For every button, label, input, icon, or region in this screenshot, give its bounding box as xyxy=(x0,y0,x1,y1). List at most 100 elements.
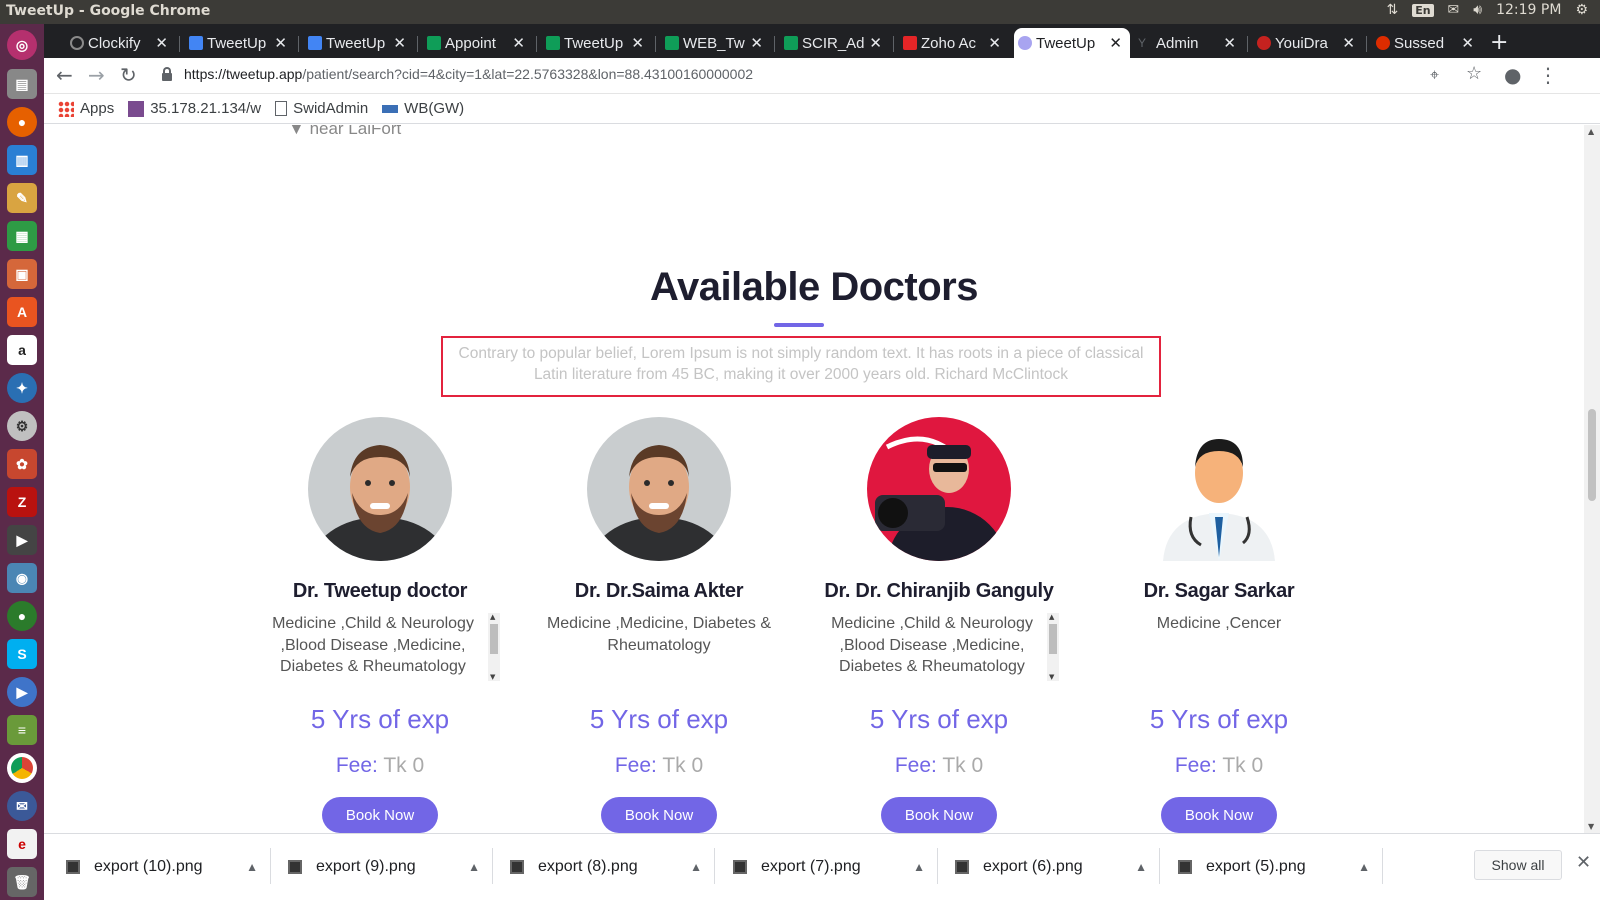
bookmark-wb-gw[interactable]: WB(GW) xyxy=(382,100,464,117)
tab-youidra[interactable]: YouiDra ✕ xyxy=(1253,28,1363,58)
chevron-up-icon[interactable]: ▲ xyxy=(913,860,925,874)
clock[interactable]: 12:19 PM xyxy=(1496,2,1561,18)
book-now-button[interactable]: Book Now xyxy=(322,797,438,833)
calc-icon[interactable]: ▦ xyxy=(7,221,37,251)
lock-icon[interactable] xyxy=(162,67,172,81)
close-icon[interactable]: ✕ xyxy=(1109,34,1122,52)
close-icon[interactable]: ✕ xyxy=(512,34,525,52)
mail-icon[interactable]: ✉ xyxy=(1448,2,1460,18)
close-icon[interactable]: ✕ xyxy=(1223,34,1236,52)
doctor-avatar[interactable] xyxy=(1147,417,1291,561)
files-icon[interactable]: ▤ xyxy=(7,69,37,99)
download-item[interactable]: export (10).png ▲ xyxy=(44,847,258,887)
chevron-up-icon[interactable]: ▲ xyxy=(690,860,702,874)
tab-web-tw[interactable]: WEB_Tw ✕ xyxy=(661,28,771,58)
download-item[interactable]: export (5).png ▲ xyxy=(1156,847,1370,887)
book-now-button[interactable]: Book Now xyxy=(601,797,717,833)
tab-tweetup-active[interactable]: TweetUp ✕ xyxy=(1014,28,1130,58)
download-item[interactable]: export (6).png ▲ xyxy=(933,847,1147,887)
chrome-icon[interactable] xyxy=(7,753,37,783)
tab-admin[interactable]: Y Admin ✕ xyxy=(1134,28,1244,58)
tab-scir-ad[interactable]: SCIR_Ad ✕ xyxy=(780,28,890,58)
scroll-up-icon[interactable]: ▲ xyxy=(490,613,495,621)
bookmark-ip-address[interactable]: 35.178.21.134/w xyxy=(128,100,261,117)
tab-zoho[interactable]: Zoho Ac ✕ xyxy=(899,28,1009,58)
globe-icon[interactable]: ● xyxy=(7,601,37,631)
scroll-thumb[interactable] xyxy=(490,624,498,654)
close-icon[interactable]: ✕ xyxy=(393,34,406,52)
scroll-down-icon[interactable]: ▼ xyxy=(1588,822,1594,831)
filezilla-icon[interactable]: Z xyxy=(7,487,37,517)
page-scrollbar[interactable]: ▲ ▼ xyxy=(1584,125,1600,833)
scroll-up-icon[interactable]: ▲ xyxy=(1588,127,1594,136)
chevron-up-icon[interactable]: ▲ xyxy=(246,860,258,874)
new-tab-plus-icon[interactable]: + xyxy=(1490,30,1508,55)
tab-clockify[interactable]: Clockify ✕ xyxy=(66,28,176,58)
impress-icon[interactable]: ▣ xyxy=(7,259,37,289)
video-editor-icon[interactable]: ▶ xyxy=(7,525,37,555)
dash-home-icon[interactable]: ◎ xyxy=(7,30,37,60)
doctor-avatar[interactable] xyxy=(587,417,731,561)
doctor-name[interactable]: Dr. Dr.Saima Akter xyxy=(504,580,814,603)
close-icon[interactable]: ✕ xyxy=(750,34,763,52)
url-text[interactable]: https://tweetup.app/patient/search?cid=4… xyxy=(184,66,753,82)
writer-icon[interactable]: ▥ xyxy=(7,145,37,175)
chevron-up-icon[interactable]: ▲ xyxy=(1135,860,1147,874)
amazon-icon[interactable]: a xyxy=(7,335,37,365)
bookmark-star-icon[interactable]: ☆ xyxy=(1466,63,1482,84)
thunderbird-icon[interactable]: ✉ xyxy=(7,791,37,821)
close-icon[interactable]: ✕ xyxy=(988,34,1001,52)
scroll-down-icon[interactable]: ▼ xyxy=(1049,673,1054,681)
tab-tweetup-sheet[interactable]: TweetUp ✕ xyxy=(542,28,652,58)
power-icon[interactable]: ⚙ xyxy=(1575,2,1588,18)
system-settings-icon[interactable]: ⚙ xyxy=(7,411,37,441)
show-all-button[interactable]: Show all xyxy=(1474,850,1562,880)
close-icon[interactable]: ✕ xyxy=(1576,852,1591,873)
close-icon[interactable]: ✕ xyxy=(1461,34,1474,52)
settings-tool-icon[interactable]: ✦ xyxy=(7,373,37,403)
tab-tweetup-doc-2[interactable]: TweetUp ✕ xyxy=(304,28,414,58)
scroll-thumb[interactable] xyxy=(1588,409,1596,501)
profile-avatar-icon[interactable]: ● xyxy=(1504,63,1521,87)
chevron-up-icon[interactable]: ▲ xyxy=(1358,860,1370,874)
skype-icon[interactable]: S xyxy=(7,639,37,669)
specialties-scrollbar[interactable]: ▲ ▼ xyxy=(1047,613,1059,681)
download-item[interactable]: export (9).png ▲ xyxy=(266,847,480,887)
game-icon[interactable]: ✿ xyxy=(7,449,37,479)
firefox-icon[interactable]: ● xyxy=(7,107,37,137)
doctor-name[interactable]: Dr. Sagar Sarkar xyxy=(1064,580,1374,603)
menu-kebab-icon[interactable]: ⋮ xyxy=(1538,63,1558,87)
text-editor-icon[interactable]: ✎ xyxy=(7,183,37,213)
volume-icon[interactable]: 🔊︎ xyxy=(1473,2,1482,18)
tab-tweetup-doc-1[interactable]: TweetUp ✕ xyxy=(185,28,295,58)
forward-arrow-icon[interactable]: → xyxy=(88,63,105,87)
doctor-name[interactable]: Dr. Tweetup doctor xyxy=(225,580,535,603)
specialties-scrollbar[interactable]: ▲ ▼ xyxy=(488,613,500,681)
bookmark-swidadmin[interactable]: SwidAdmin xyxy=(275,100,368,117)
book-now-button[interactable]: Book Now xyxy=(1161,797,1277,833)
book-now-button[interactable]: Book Now xyxy=(881,797,997,833)
close-icon[interactable]: ✕ xyxy=(1342,34,1355,52)
tab-sussed[interactable]: Sussed ✕ xyxy=(1372,28,1482,58)
scroll-down-icon[interactable]: ▼ xyxy=(490,673,495,681)
close-icon[interactable]: ✕ xyxy=(869,34,882,52)
doctor-name[interactable]: Dr. Dr. Chiranjib Ganguly xyxy=(784,580,1094,603)
notes-icon[interactable]: ≡ xyxy=(7,715,37,745)
scroll-thumb[interactable] xyxy=(1049,624,1057,654)
media-player-icon[interactable]: ▶ xyxy=(7,677,37,707)
close-icon[interactable]: ✕ xyxy=(155,34,168,52)
software-center-icon[interactable]: A xyxy=(7,297,37,327)
location-target-icon[interactable]: ⌖ xyxy=(1430,65,1439,85)
close-icon[interactable]: ✕ xyxy=(631,34,644,52)
tab-appoint[interactable]: Appoint ✕ xyxy=(423,28,533,58)
doctor-avatar[interactable] xyxy=(308,417,452,561)
address-bar[interactable]: https://tweetup.app/patient/search?cid=4… xyxy=(154,62,1434,90)
download-item[interactable]: export (8).png ▲ xyxy=(488,847,702,887)
network-icon[interactable]: ⇅ xyxy=(1386,2,1398,18)
download-item[interactable]: export (7).png ▲ xyxy=(711,847,925,887)
doctor-avatar[interactable] xyxy=(867,417,1011,561)
chevron-up-icon[interactable]: ▲ xyxy=(468,860,480,874)
trash-icon[interactable]: 🗑︎ xyxy=(7,867,37,897)
bookmark-apps[interactable]: Apps xyxy=(58,100,114,117)
app-icon[interactable]: e xyxy=(7,829,37,859)
